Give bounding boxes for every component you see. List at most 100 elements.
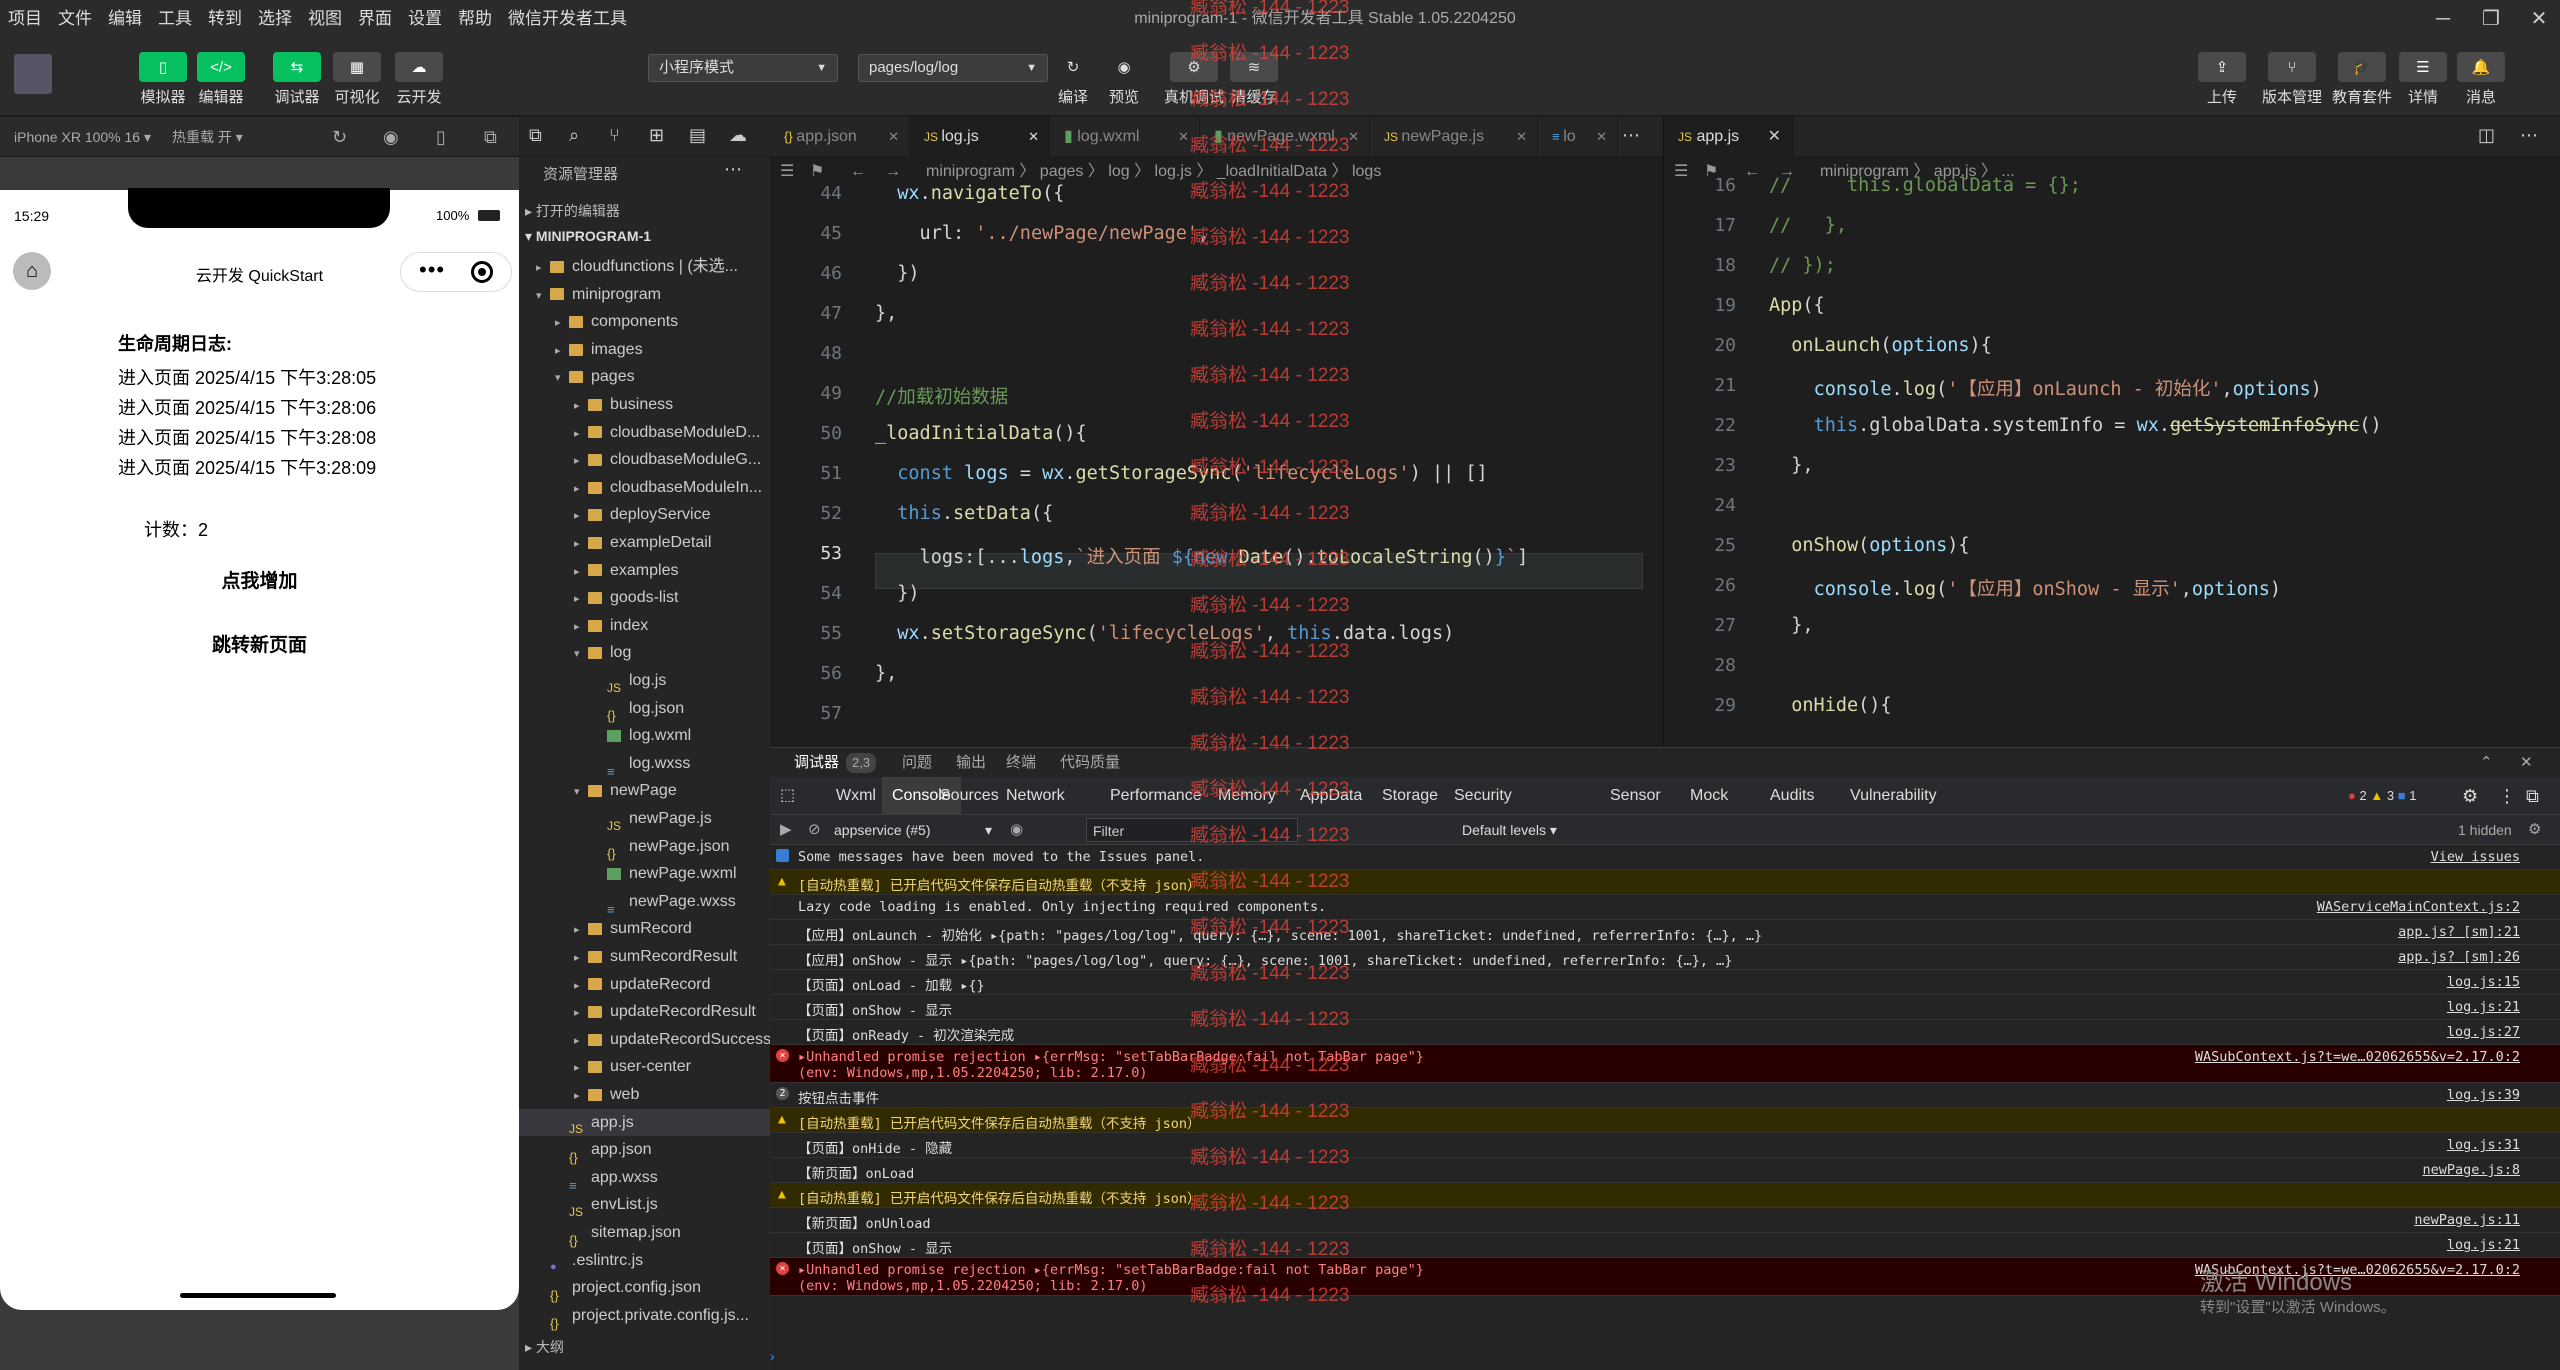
- toolbar-button[interactable]: ◉ 预览: [1100, 52, 1148, 107]
- tree-item[interactable]: JS log.js: [593, 667, 666, 695]
- menu-item[interactable]: 设置: [400, 0, 450, 38]
- devtools-tab[interactable]: Wxml: [836, 777, 876, 815]
- tree-item[interactable]: ▸ exampleDetail: [574, 529, 711, 556]
- menu-item[interactable]: 文件: [50, 0, 100, 38]
- cloud-icon[interactable]: ☁: [729, 125, 747, 146]
- editor-tab[interactable]: {} app.json ✕: [770, 117, 910, 157]
- menu-item[interactable]: 转到: [200, 0, 250, 38]
- tree-item[interactable]: ▸ cloudfunctions | (未选...: [536, 253, 738, 280]
- open-editors-section[interactable]: ▸ 打开的编辑器: [525, 201, 620, 221]
- tree-item[interactable]: ▸ user-center: [574, 1053, 691, 1080]
- more-tabs-icon[interactable]: ⋯: [1622, 125, 1640, 146]
- tree-item[interactable]: ▸ images: [555, 336, 643, 363]
- tree-item[interactable]: log.wxml: [593, 722, 691, 749]
- toolbar-button[interactable]: ▯ 模拟器: [139, 52, 187, 107]
- split-editor-icon[interactable]: ◫: [2478, 125, 2495, 146]
- tree-item[interactable]: ▸ cloudbaseModuleG...: [574, 446, 761, 473]
- search-icon[interactable]: ⌕: [569, 125, 579, 146]
- debugger-tab[interactable]: 输出: [956, 748, 986, 778]
- debugger-tab[interactable]: 问题: [902, 748, 932, 778]
- files-icon[interactable]: ⧉: [529, 125, 542, 146]
- stop-icon[interactable]: ◉: [383, 117, 399, 157]
- tree-item[interactable]: ▸ web: [574, 1081, 639, 1108]
- console-source-link[interactable]: log.js:39: [2447, 1087, 2520, 1103]
- devtools-tab[interactable]: Sources: [940, 777, 999, 815]
- toolbar-button[interactable]: ⑂ 版本管理: [2262, 52, 2322, 107]
- editor-tab[interactable]: JS newPage.js ✕: [1370, 117, 1538, 157]
- close-mini-icon[interactable]: [471, 261, 493, 283]
- close-tab-icon[interactable]: ✕: [1596, 117, 1607, 157]
- console-source-link[interactable]: log.js:21: [2447, 1237, 2520, 1253]
- settings-gear-icon[interactable]: ⚙: [2462, 777, 2478, 815]
- more-actions-icon[interactable]: ⋯: [724, 159, 742, 180]
- close-window-button[interactable]: ✕: [2516, 0, 2560, 38]
- menu-item[interactable]: 编辑: [100, 0, 150, 38]
- devtools-tab[interactable]: Sensor: [1610, 777, 1661, 815]
- tree-item[interactable]: ▸ cloudbaseModuleIn...: [574, 474, 762, 501]
- toolbar-button[interactable]: ↻ 编译: [1049, 52, 1097, 107]
- editor-tab[interactable]: JS log.js ✕: [910, 117, 1050, 157]
- tree-item[interactable]: ▸ business: [574, 391, 673, 418]
- tree-item[interactable]: ≡ log.wxss: [593, 750, 690, 779]
- console-prompt[interactable]: ›: [770, 1348, 775, 1364]
- more-icon[interactable]: •••: [419, 257, 445, 283]
- project-section[interactable]: ▾ MINIPROGRAM-1: [525, 228, 651, 245]
- close-tab-icon[interactable]: ✕: [888, 117, 899, 157]
- tree-item[interactable]: ▸ sumRecordResult: [574, 943, 737, 970]
- maximize-button[interactable]: ❐: [2468, 0, 2514, 38]
- outline-section[interactable]: ▸ 大纲: [525, 1337, 564, 1357]
- tree-item[interactable]: {} newPage.json: [593, 833, 730, 862]
- tree-item[interactable]: newPage.wxml: [593, 860, 737, 887]
- clear-console-icon[interactable]: ⊘: [808, 815, 821, 845]
- tab-app-js[interactable]: JS app.js ✕: [1664, 117, 1794, 157]
- console-source-link[interactable]: WAServiceMainContext.js:2: [2317, 899, 2520, 915]
- context-select[interactable]: appservice (#5) ▾: [834, 819, 994, 841]
- console-source-link[interactable]: log.js:15: [2447, 974, 2520, 990]
- close-tab-icon[interactable]: ✕: [1028, 117, 1039, 157]
- console-source-link[interactable]: View issues: [2431, 849, 2520, 865]
- phone-icon[interactable]: ▯: [436, 117, 446, 157]
- maximize-panel-icon[interactable]: ⌃: [2480, 748, 2493, 778]
- tree-item[interactable]: {} log.json: [593, 695, 684, 724]
- tree-item[interactable]: ▸ components: [555, 308, 678, 335]
- editor-tab[interactable]: ≡ lo ✕: [1538, 117, 1618, 157]
- tree-item[interactable]: ▾ newPage: [574, 777, 677, 804]
- filter-input[interactable]: Filter: [1086, 818, 1298, 842]
- tree-item[interactable]: JS newPage.js: [593, 805, 712, 833]
- debugger-tab[interactable]: 调试器: [794, 748, 839, 778]
- page-select[interactable]: pages/log/log ▼: [858, 54, 1048, 82]
- tree-item[interactable]: ▸ updateRecordResult: [574, 998, 756, 1025]
- close-tab-icon[interactable]: ✕: [1178, 117, 1189, 157]
- tree-item[interactable]: JS envList.js: [555, 1191, 658, 1219]
- toolbar-button[interactable]: 🎓 教育套件: [2332, 52, 2392, 107]
- toolbar-button[interactable]: 🔔 消息: [2457, 52, 2505, 107]
- extensions-icon[interactable]: ⊞: [649, 125, 664, 146]
- menu-item[interactable]: 选择: [250, 0, 300, 38]
- close-tab-icon[interactable]: ✕: [1768, 117, 1781, 157]
- editor1-code[interactable]: 44 wx.navigateTo({45 url: '../newPage/ne…: [770, 183, 1663, 747]
- more-actions-icon[interactable]: ⋯: [2520, 125, 2538, 146]
- console-source-link[interactable]: log.js:31: [2447, 1137, 2520, 1153]
- menu-item[interactable]: 工具: [150, 0, 200, 38]
- dock-icon[interactable]: ⧉: [2526, 777, 2539, 815]
- window-icon[interactable]: ⧉: [484, 117, 497, 157]
- devtools-tab[interactable]: Audits: [1770, 777, 1814, 815]
- close-tab-icon[interactable]: ✕: [1516, 117, 1527, 157]
- inspect-icon[interactable]: ⬚: [780, 777, 795, 815]
- refresh-icon[interactable]: ↻: [332, 117, 347, 157]
- tree-item[interactable]: {} sitemap.json: [555, 1219, 681, 1248]
- tree-item[interactable]: ▸ sumRecord: [574, 915, 692, 942]
- editor-tab[interactable]: ▮ log.wxml ✕: [1050, 117, 1200, 157]
- avatar[interactable]: [14, 54, 52, 94]
- console-settings-icon[interactable]: ⚙: [2528, 815, 2541, 845]
- minimize-button[interactable]: ─: [2420, 0, 2466, 38]
- devtools-tab[interactable]: Mock: [1690, 777, 1728, 815]
- toolbar-button[interactable]: </> 编辑器: [197, 52, 245, 107]
- tree-item[interactable]: ▾ log: [574, 639, 631, 666]
- close-panel-icon[interactable]: ✕: [2520, 748, 2533, 778]
- tree-item[interactable]: {} project.config.json: [536, 1274, 701, 1303]
- menu-item[interactable]: 界面: [350, 0, 400, 38]
- add-button[interactable]: 点我增加: [0, 566, 519, 593]
- toolbar-button[interactable]: ⇪ 上传: [2198, 52, 2246, 107]
- toolbar-button[interactable]: ▦ 可视化: [333, 52, 381, 107]
